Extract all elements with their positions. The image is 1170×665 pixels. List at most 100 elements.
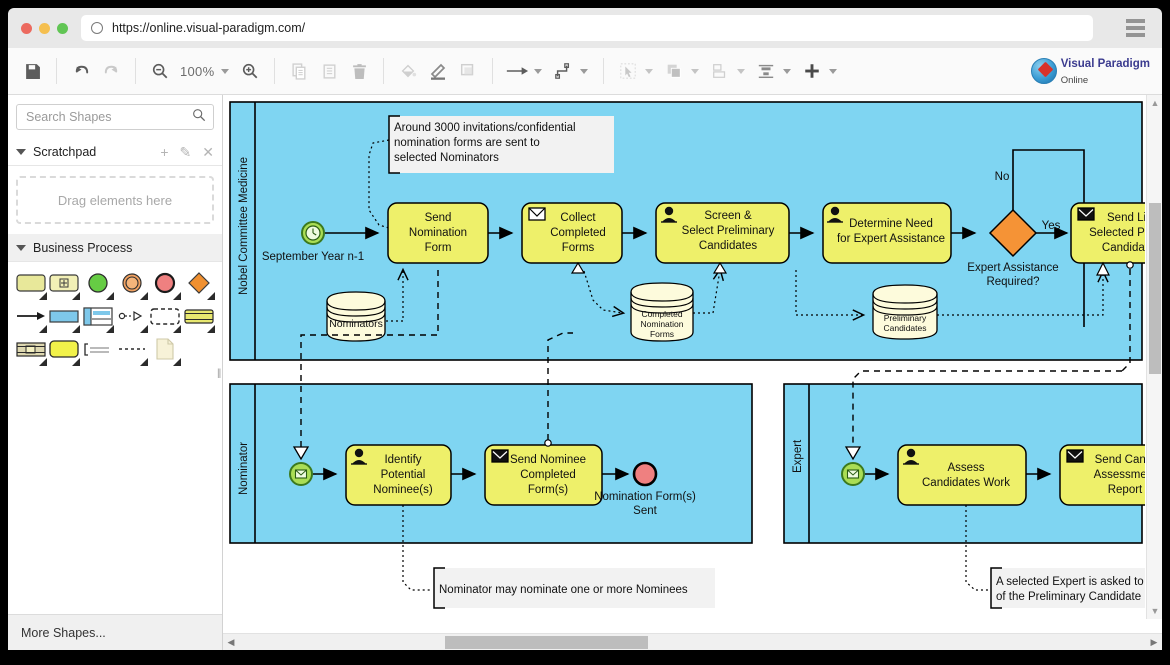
expand-corner-icon[interactable] bbox=[106, 325, 114, 333]
expert-message-start-event[interactable] bbox=[842, 463, 864, 485]
zoom-dropdown-icon[interactable] bbox=[221, 69, 229, 74]
start-event-shape[interactable] bbox=[81, 271, 115, 295]
expand-corner-icon[interactable] bbox=[39, 325, 47, 333]
close-window-button[interactable] bbox=[21, 23, 32, 34]
undo-icon[interactable] bbox=[66, 56, 96, 86]
task-send-nominee-completed-forms[interactable]: Send Nominee Completed Form(s) bbox=[485, 445, 602, 505]
task-send-candidates-assessment-report[interactable]: Send Cand. Assessment Report bbox=[1060, 445, 1145, 505]
scratchpad-close-icon[interactable]: ✕ bbox=[202, 145, 214, 159]
expand-corner-icon[interactable] bbox=[173, 358, 181, 366]
expand-corner-icon[interactable] bbox=[173, 292, 181, 300]
trash-icon[interactable] bbox=[344, 56, 374, 86]
task-screen-select-preliminary-candidates[interactable]: Screen & Select Preliminary Candidates bbox=[656, 203, 789, 263]
data-object-shape[interactable] bbox=[115, 304, 149, 328]
task-identify-potential-nominees[interactable]: Identify Potential Nominee(s) bbox=[346, 445, 451, 505]
expand-corner-icon[interactable] bbox=[106, 292, 114, 300]
straight-connector-dropdown-icon[interactable] bbox=[534, 69, 542, 74]
association-shape[interactable] bbox=[115, 337, 149, 361]
fill-color-icon[interactable] bbox=[393, 56, 423, 86]
lane-shape[interactable] bbox=[81, 304, 115, 328]
vertical-scroll-thumb[interactable] bbox=[1149, 203, 1161, 374]
note-invitations[interactable]: Around 3000 invitations/confidential nom… bbox=[389, 116, 614, 173]
expand-corner-icon[interactable] bbox=[140, 325, 148, 333]
canvas-horizontal-scrollbar[interactable]: ◀ ▶ bbox=[223, 633, 1162, 650]
gateway-shape[interactable] bbox=[182, 271, 216, 295]
task-determine-need-for-expert-assistance[interactable]: Determine Need for Expert Assistance bbox=[823, 203, 951, 263]
expand-corner-icon[interactable] bbox=[39, 358, 47, 366]
arrange-dropdown-icon[interactable] bbox=[691, 69, 699, 74]
redo-icon[interactable] bbox=[96, 56, 126, 86]
group-shape[interactable] bbox=[149, 304, 183, 328]
horizontal-pool-shape[interactable] bbox=[182, 304, 216, 328]
paste-icon[interactable] bbox=[314, 56, 344, 86]
select-icon[interactable] bbox=[613, 56, 643, 86]
scratchpad-dropzone[interactable]: Drag elements here bbox=[16, 176, 214, 224]
sequence-flow-shape[interactable] bbox=[14, 304, 48, 328]
copy-icon[interactable] bbox=[284, 56, 314, 86]
straight-connector-icon[interactable] bbox=[502, 56, 532, 86]
expand-corner-icon[interactable] bbox=[207, 292, 215, 300]
task-send-nomination-form[interactable]: Send Nomination Form bbox=[388, 203, 488, 263]
expand-corner-icon[interactable] bbox=[72, 292, 80, 300]
plus-dropdown-icon[interactable] bbox=[829, 69, 837, 74]
note-nominator[interactable]: Nominator may nominate one or more Nomin… bbox=[434, 568, 715, 608]
shadow-icon[interactable] bbox=[453, 56, 483, 86]
orthogonal-connector-dropdown-icon[interactable] bbox=[580, 69, 588, 74]
chevron-down-icon[interactable] bbox=[16, 149, 26, 155]
task-shape[interactable] bbox=[14, 271, 48, 295]
more-shapes-button[interactable]: More Shapes... bbox=[8, 614, 222, 650]
panel-resize-grip[interactable]: || bbox=[217, 368, 220, 379]
business-process-header[interactable]: Business Process bbox=[8, 234, 222, 262]
scratchpad-header[interactable]: Scratchpad + ✎ ✕ bbox=[8, 138, 222, 166]
vertical-pool-shape[interactable] bbox=[14, 337, 48, 361]
text-annotation-shape[interactable] bbox=[149, 337, 183, 361]
canvas-vertical-scrollbar[interactable]: ▲ ▼ bbox=[1146, 95, 1162, 619]
search-input[interactable] bbox=[24, 109, 192, 125]
align-icon[interactable] bbox=[751, 56, 781, 86]
scroll-right-icon[interactable]: ▶ bbox=[1146, 634, 1162, 650]
distribute-dropdown-icon[interactable] bbox=[737, 69, 745, 74]
expand-corner-icon[interactable] bbox=[39, 292, 47, 300]
select-dropdown-icon[interactable] bbox=[645, 69, 653, 74]
nominator-message-start-event[interactable] bbox=[290, 463, 312, 485]
reload-icon[interactable] bbox=[91, 22, 103, 34]
scroll-up-icon[interactable]: ▲ bbox=[1147, 95, 1162, 111]
datastore-nominators[interactable]: Nominators bbox=[327, 292, 385, 341]
zoom-in-icon[interactable] bbox=[235, 56, 265, 86]
chevron-down-icon[interactable] bbox=[16, 245, 26, 251]
distribute-icon[interactable] bbox=[705, 56, 735, 86]
minimize-window-button[interactable] bbox=[39, 23, 50, 34]
subprocess-shape[interactable] bbox=[48, 271, 82, 295]
datastore-preliminary-candidates[interactable]: Preliminary Candidates bbox=[873, 285, 937, 339]
task-send-list-selected-preliminary-candidates[interactable]: Send List Selected Prelim. Candidates bbox=[1071, 203, 1145, 263]
horizontal-scroll-thumb[interactable] bbox=[445, 636, 648, 649]
end-event-shape[interactable] bbox=[149, 271, 183, 295]
expand-corner-icon[interactable] bbox=[72, 358, 80, 366]
orthogonal-connector-icon[interactable] bbox=[548, 56, 578, 86]
task-collect-completed-forms[interactable]: Collect Completed Forms bbox=[522, 203, 622, 263]
align-dropdown-icon[interactable] bbox=[783, 69, 791, 74]
plus-icon[interactable] bbox=[797, 56, 827, 86]
pool-shape[interactable] bbox=[48, 304, 82, 328]
diagram-canvas[interactable]: Nobel Committee Medicine Around 3000 inv… bbox=[223, 95, 1162, 650]
task-assess-candidates-work[interactable]: Assess Candidates Work bbox=[898, 445, 1026, 505]
maximize-window-button[interactable] bbox=[57, 23, 68, 34]
expand-corner-icon[interactable] bbox=[140, 292, 148, 300]
line-color-icon[interactable] bbox=[423, 56, 453, 86]
expand-corner-icon[interactable] bbox=[207, 325, 215, 333]
scratchpad-add-icon[interactable]: + bbox=[160, 145, 168, 159]
intermediate-event-shape[interactable] bbox=[115, 271, 149, 295]
rounded-task-shape[interactable] bbox=[48, 337, 82, 361]
datastore-completed-nomination-forms[interactable]: Completed Nomination Forms bbox=[631, 283, 693, 341]
window-controls[interactable] bbox=[21, 23, 68, 34]
boundary-message-event-nominee[interactable] bbox=[545, 440, 551, 446]
zoom-out-icon[interactable] bbox=[145, 56, 175, 86]
expand-corner-icon[interactable] bbox=[72, 325, 80, 333]
note-expert[interactable]: A selected Expert is asked to of the Pre… bbox=[991, 568, 1145, 608]
search-shapes-box[interactable] bbox=[16, 104, 214, 130]
annotation-shape[interactable] bbox=[81, 337, 115, 361]
expand-corner-icon[interactable] bbox=[173, 325, 181, 333]
arrange-icon[interactable] bbox=[659, 56, 689, 86]
search-icon[interactable] bbox=[192, 108, 206, 127]
scroll-down-icon[interactable]: ▼ bbox=[1147, 603, 1162, 619]
